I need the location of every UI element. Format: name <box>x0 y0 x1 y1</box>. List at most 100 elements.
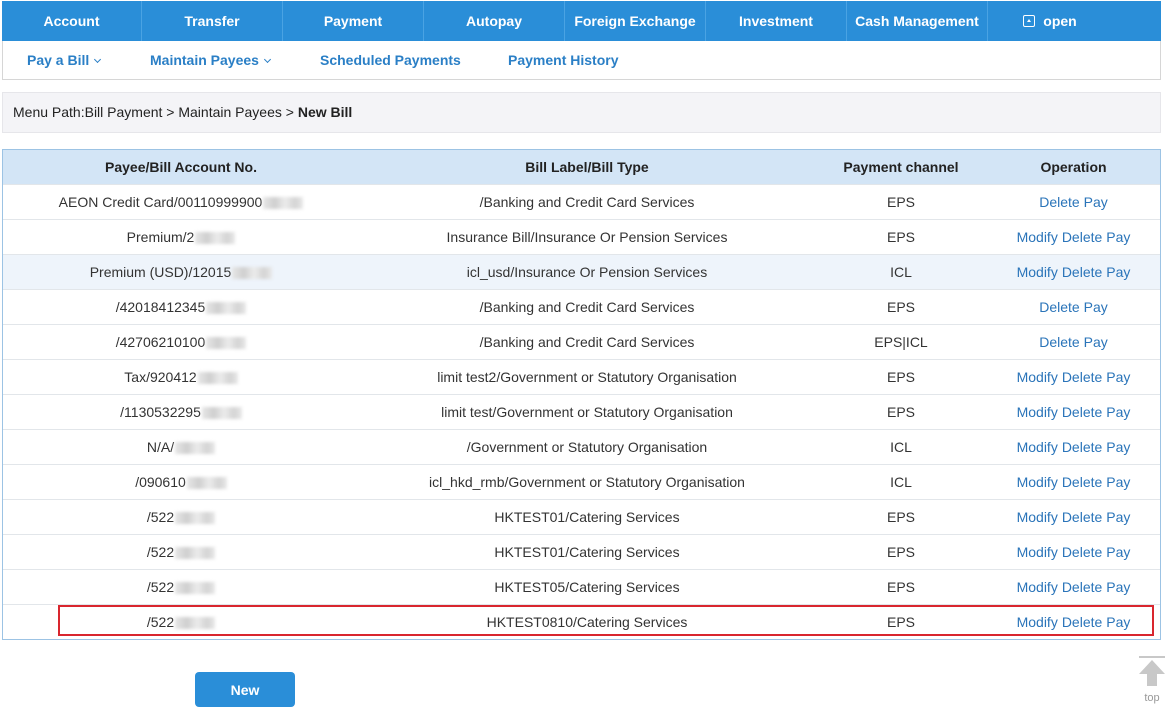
nav-account[interactable]: Account <box>2 1 142 41</box>
redacted-mask <box>175 581 216 594</box>
cell-payment-channel: EPS <box>886 543 915 560</box>
redacted-mask <box>232 266 273 279</box>
cell-account: /42018412345 <box>3 289 359 324</box>
account-number: /522 <box>146 543 175 560</box>
subnav-maintain-payees[interactable]: Maintain Payees <box>150 41 271 79</box>
redacted-mask <box>197 371 238 384</box>
table-row: /1130532295 limit test/Government or Stat… <box>3 394 1160 429</box>
modify-link[interactable]: Modify <box>1017 579 1058 595</box>
delete-link[interactable]: Delete <box>1039 299 1079 315</box>
account-number: /522 <box>146 508 175 525</box>
delete-link[interactable]: Delete <box>1062 509 1102 525</box>
pay-link[interactable]: Pay <box>1106 509 1130 525</box>
modify-link[interactable]: Modify <box>1017 229 1058 245</box>
cell-payment-channel: EPS <box>886 298 915 315</box>
table-row: /42706210100/Banking and Credit Card Ser… <box>3 324 1160 359</box>
cell-bill-label: /Banking and Credit Card Services <box>479 193 695 210</box>
subnav-scheduled-payments[interactable]: Scheduled Payments <box>320 41 461 79</box>
cell-bill-label: HKTEST01/Catering Services <box>494 508 680 525</box>
cell-operation: Modify Delete Pay <box>987 254 1160 289</box>
table-header-row: Payee/Bill Account No. Bill Label/Bill T… <box>3 150 1160 184</box>
table-row: /090610 icl_hkd_rmb/Government or Statuto… <box>3 464 1160 499</box>
subnav-pay-a-bill-label: Pay a Bill <box>27 52 90 68</box>
sub-navigation: Pay a Bill Maintain Payees Scheduled Pay… <box>2 41 1161 80</box>
cell-account: AEON Credit Card/00110999900 <box>3 184 359 219</box>
pay-link[interactable]: Pay <box>1106 404 1130 420</box>
modify-link[interactable]: Modify <box>1017 544 1058 560</box>
delete-link[interactable]: Delete <box>1062 264 1102 280</box>
pay-link[interactable]: Pay <box>1106 439 1130 455</box>
pay-link[interactable]: Pay <box>1084 299 1108 315</box>
nav-investment[interactable]: Investment <box>706 1 847 41</box>
cell-bill-label: HKTEST05/Catering Services <box>494 578 680 595</box>
delete-link[interactable]: Delete <box>1062 544 1102 560</box>
pay-link[interactable]: Pay <box>1084 194 1108 210</box>
nav-foreign-exchange[interactable]: Foreign Exchange <box>565 1 706 41</box>
cell-bill-label: limit test/Government or Statutory Organ… <box>441 403 733 420</box>
delete-link[interactable]: Delete <box>1062 369 1102 385</box>
table-body: AEON Credit Card/00110999900/Banking and… <box>3 184 1160 639</box>
modify-link[interactable]: Modify <box>1017 264 1058 280</box>
pay-link[interactable]: Pay <box>1106 264 1130 280</box>
cell-bill-label: /Banking and Credit Card Services <box>479 298 695 315</box>
cell-payment-channel: EPS <box>886 193 915 210</box>
cell-payment-channel: EPS|ICL <box>874 333 928 350</box>
pay-link[interactable]: Pay <box>1106 474 1130 490</box>
nav-payment[interactable]: Payment <box>283 1 424 41</box>
top-navigation: Account Transfer Payment Autopay Foreign… <box>2 1 1161 41</box>
header-bill-label: Bill Label/Bill Type <box>525 158 649 175</box>
cell-operation: Modify Delete Pay <box>987 464 1160 499</box>
cell-account: /1130532295 <box>3 394 359 429</box>
modify-link[interactable]: Modify <box>1017 614 1058 630</box>
delete-link[interactable]: Delete <box>1039 334 1079 350</box>
table-row: Tax/920412 limit test2/Government or Stat… <box>3 359 1160 394</box>
nav-cash-management[interactable]: Cash Management <box>847 1 988 41</box>
cell-bill-label: HKTEST0810/Catering Services <box>486 613 688 630</box>
cell-bill-label: limit test2/Government or Statutory Orga… <box>437 368 737 385</box>
cell-account: /522 <box>3 534 359 569</box>
pay-link[interactable]: Pay <box>1106 614 1130 630</box>
table-row: /42018412345/Banking and Credit Card Ser… <box>3 289 1160 324</box>
delete-link[interactable]: Delete <box>1062 614 1102 630</box>
subnav-payment-history[interactable]: Payment History <box>508 41 618 79</box>
cell-bill-label: HKTEST01/Catering Services <box>494 543 680 560</box>
new-button[interactable]: New <box>195 672 295 707</box>
delete-link[interactable]: Delete <box>1062 439 1102 455</box>
cell-payment-channel: EPS <box>886 403 915 420</box>
table-row: Premium/2 Insurance Bill/Insurance Or Pen… <box>3 219 1160 254</box>
modify-link[interactable]: Modify <box>1017 404 1058 420</box>
delete-link[interactable]: Delete <box>1062 474 1102 490</box>
redacted-mask <box>186 476 227 489</box>
modify-link[interactable]: Modify <box>1017 439 1058 455</box>
cell-payment-channel: EPS <box>886 368 915 385</box>
nav-open[interactable]: open <box>988 1 1112 41</box>
table-row: /522 HKTEST0810/Catering Services EPS Modif… <box>3 604 1160 639</box>
cell-bill-label: Insurance Bill/Insurance Or Pension Serv… <box>446 228 728 245</box>
pay-link[interactable]: Pay <box>1084 334 1108 350</box>
breadcrumb: Menu Path:Bill Payment > Maintain Payees… <box>2 92 1161 133</box>
redacted-mask <box>175 511 216 524</box>
top-bar-icon <box>1139 656 1165 658</box>
modify-link[interactable]: Modify <box>1017 369 1058 385</box>
cell-account: /42706210100 <box>3 324 359 359</box>
redacted-mask <box>263 196 304 209</box>
delete-link[interactable]: Delete <box>1062 229 1102 245</box>
delete-link[interactable]: Delete <box>1039 194 1079 210</box>
pay-link[interactable]: Pay <box>1106 229 1130 245</box>
pay-link[interactable]: Pay <box>1106 579 1130 595</box>
arrow-stem <box>1147 674 1157 686</box>
delete-link[interactable]: Delete <box>1062 404 1102 420</box>
cell-payment-channel: EPS <box>886 508 915 525</box>
pay-link[interactable]: Pay <box>1106 369 1130 385</box>
modify-link[interactable]: Modify <box>1017 509 1058 525</box>
account-number: N/A/ <box>146 438 175 455</box>
back-to-top-button[interactable]: top <box>1138 656 1166 710</box>
header-account: Payee/Bill Account No. <box>105 158 257 175</box>
modify-link[interactable]: Modify <box>1017 474 1058 490</box>
subnav-pay-a-bill[interactable]: Pay a Bill <box>27 41 102 79</box>
cell-account: Premium/2 <box>3 219 359 254</box>
nav-autopay[interactable]: Autopay <box>424 1 565 41</box>
delete-link[interactable]: Delete <box>1062 579 1102 595</box>
nav-transfer[interactable]: Transfer <box>142 1 283 41</box>
pay-link[interactable]: Pay <box>1106 544 1130 560</box>
